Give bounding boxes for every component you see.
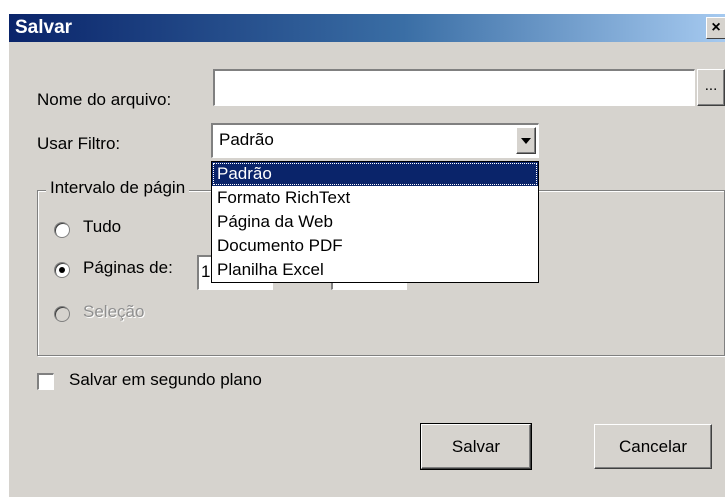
cancel-button-label: Cancelar — [618, 437, 688, 456]
browse-button[interactable]: ... — [697, 69, 725, 106]
save-button[interactable]: Salvar — [420, 423, 532, 470]
radio-selection — [54, 306, 70, 322]
filter-option[interactable]: Página da Web — [212, 210, 538, 234]
save-button-label: Salvar — [451, 437, 501, 456]
background-save-checkbox[interactable] — [37, 373, 54, 390]
filter-dropdown-button[interactable] — [516, 127, 536, 154]
radio-all[interactable] — [54, 222, 70, 238]
save-dialog: Salvar × Nome do arquivo: ... Usar Filtr… — [8, 14, 725, 497]
radio-pages[interactable] — [54, 262, 70, 278]
filter-dropdown-list: Padrão Formato RichText Página da Web Do… — [211, 161, 539, 283]
window-title: Salvar — [15, 17, 73, 38]
filter-option[interactable]: Padrão — [212, 162, 538, 186]
filename-input[interactable] — [213, 69, 695, 106]
pages-from-value: 1 — [201, 262, 211, 281]
filter-option[interactable]: Documento PDF — [212, 234, 538, 258]
radio-selection-label: Seleção — [83, 302, 145, 321]
radio-pages-label[interactable]: Páginas de: — [83, 258, 173, 278]
filter-label: Usar Filtro: — [37, 134, 121, 153]
filename-label: Nome do arquivo: — [37, 90, 172, 109]
close-button[interactable]: × — [706, 17, 725, 39]
chevron-down-icon — [521, 138, 531, 144]
radio-all-label[interactable]: Tudo — [83, 217, 121, 237]
page-range-title: Intervalo de págin — [46, 178, 190, 198]
filter-select[interactable]: Padrão — [211, 123, 539, 158]
cancel-button[interactable]: Cancelar — [594, 424, 712, 469]
title-bar[interactable]: Salvar × — [9, 14, 725, 42]
filter-option[interactable]: Planilha Excel — [212, 258, 538, 282]
background-save-label[interactable]: Salvar em segundo plano — [69, 370, 262, 390]
browse-label: ... — [704, 77, 718, 94]
filter-option[interactable]: Formato RichText — [212, 186, 538, 210]
close-icon: × — [711, 19, 721, 36]
filter-selected-value: Padrão — [219, 130, 274, 149]
